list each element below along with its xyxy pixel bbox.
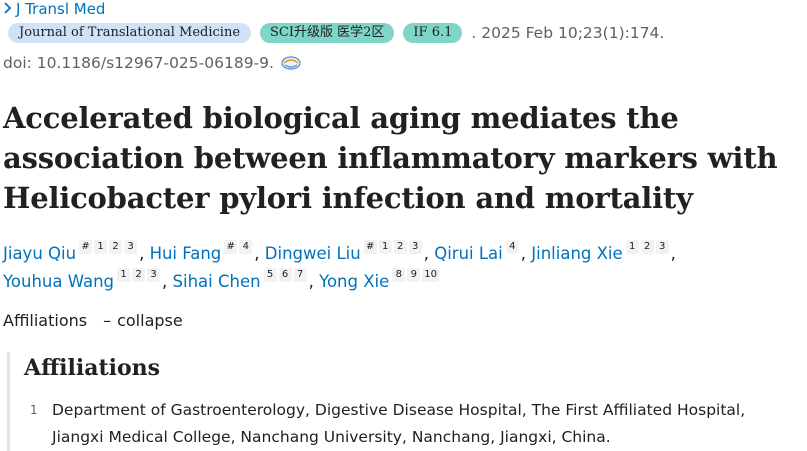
author-affiliation-refs: 123 xyxy=(625,240,671,254)
author-affiliation-refs: 8 9 10 xyxy=(392,268,441,282)
author-link[interactable]: Yong Xie xyxy=(319,272,389,291)
affiliation-ref[interactable]: # xyxy=(363,240,377,254)
author-affiliation-refs: #1 2 3 xyxy=(363,240,424,254)
author-item: Youhua Wang 1 2 3, xyxy=(3,268,173,291)
affiliations-heading: Affiliations xyxy=(24,355,161,381)
author-link[interactable]: Jinliang Xie xyxy=(531,244,622,263)
author-link[interactable]: Youhua Wang xyxy=(3,272,114,291)
journal-badges: Journal of Translational Medicine SCI升级版… xyxy=(8,22,664,44)
author-link[interactable]: Dingwei Liu xyxy=(265,244,361,263)
author-link[interactable]: Hui Fang xyxy=(150,244,222,263)
affiliation-ref[interactable]: 3 xyxy=(124,240,138,254)
affiliation-ref[interactable]: 7 xyxy=(293,268,307,282)
author-affiliation-refs: 4 xyxy=(505,240,521,254)
affiliation-ref[interactable]: 1 xyxy=(117,268,131,282)
impact-factor-badge: IF 6.1 xyxy=(403,23,463,43)
affiliations-section-border xyxy=(7,352,10,451)
collapse-dash-icon: – xyxy=(103,311,112,330)
affiliation-ref[interactable]: 6 xyxy=(278,268,292,282)
doi-line: doi: 10.1186/s12967-025-06189-9. xyxy=(3,54,302,72)
author-affiliation-refs: 567 xyxy=(263,268,309,282)
affiliation-ref[interactable]: 8 xyxy=(392,268,406,282)
affiliation-ref[interactable]: 9 xyxy=(407,268,421,282)
affiliation-ref[interactable]: 3 xyxy=(147,268,161,282)
affiliation-ref[interactable]: 2 xyxy=(109,240,123,254)
journal-full-badge: Journal of Translational Medicine xyxy=(8,23,252,43)
affiliation-ref[interactable]: 5 xyxy=(263,268,277,282)
chevron-right-icon xyxy=(3,0,12,18)
affiliation-ref[interactable]: 1 xyxy=(625,240,639,254)
journal-name: J Transl Med xyxy=(16,0,106,18)
collapse-label[interactable]: collapse xyxy=(117,310,183,332)
affiliations-toggle-label: Affiliations xyxy=(3,311,88,330)
affiliation-ref[interactable]: 2 xyxy=(132,268,146,282)
author-item: Hui Fang #4, xyxy=(149,240,265,263)
affiliation-ref[interactable]: 4 xyxy=(239,240,253,254)
affiliation-text: Department of Gastroenterology, Digestiv… xyxy=(52,401,746,446)
doi-text: doi: 10.1186/s12967-025-06189-9. xyxy=(3,54,274,72)
author-affiliation-refs: 123 xyxy=(117,268,162,282)
author-affiliation-refs: #1 2 3 xyxy=(79,240,139,254)
article-title: Accelerated biological aging mediates th… xyxy=(3,101,778,215)
sci-rank-badge: SCI升级版 医学2区 xyxy=(260,23,395,43)
affiliation-number: 1 xyxy=(30,403,38,417)
author-item: Jiayu Qiu #1 2 3, xyxy=(3,240,150,263)
author-item: Dingwei Liu #1 2 3, xyxy=(264,240,435,263)
author-item: Jinliang Xie 1 2 3, xyxy=(531,240,676,263)
author-item: Yong Xie 8 9 10 xyxy=(319,268,441,291)
author-item: Sihai Chen 5 6 7, xyxy=(172,268,320,291)
author-link[interactable]: Qirui Lai xyxy=(434,244,503,263)
affiliation-ref[interactable]: 2 xyxy=(393,240,407,254)
affiliation-ref[interactable]: 3 xyxy=(408,240,422,254)
affiliation-item: 1 Department of Gastroenterology, Digest… xyxy=(30,397,800,451)
citation-text: . 2025 Feb 10;23(1):174. xyxy=(471,24,665,42)
affiliations-toggle[interactable]: Affiliations – collapse xyxy=(3,310,183,332)
author-item: Qirui Lai 4, xyxy=(434,240,532,263)
affiliation-ref[interactable]: 10 xyxy=(422,268,439,282)
author-link[interactable]: Sihai Chen xyxy=(173,272,261,291)
affiliation-ref[interactable]: 3 xyxy=(655,240,669,254)
journal-link[interactable]: J Transl Med xyxy=(3,0,105,18)
affiliation-ref[interactable]: 1 xyxy=(378,240,392,254)
fulltext-link-icon[interactable] xyxy=(280,55,302,71)
author-list: Jiayu Qiu #1 2 3, Hui Fang #4, Dingwei Liu #1… xyxy=(3,240,803,296)
affiliation-ref[interactable]: 2 xyxy=(640,240,654,254)
affiliation-ref[interactable]: # xyxy=(224,240,238,254)
affiliation-ref[interactable]: 1 xyxy=(94,240,108,254)
author-link[interactable]: Jiayu Qiu xyxy=(3,244,76,263)
author-affiliation-refs: #4 xyxy=(224,240,254,254)
affiliation-ref[interactable]: 4 xyxy=(505,240,519,254)
affiliation-ref[interactable]: # xyxy=(79,240,93,254)
